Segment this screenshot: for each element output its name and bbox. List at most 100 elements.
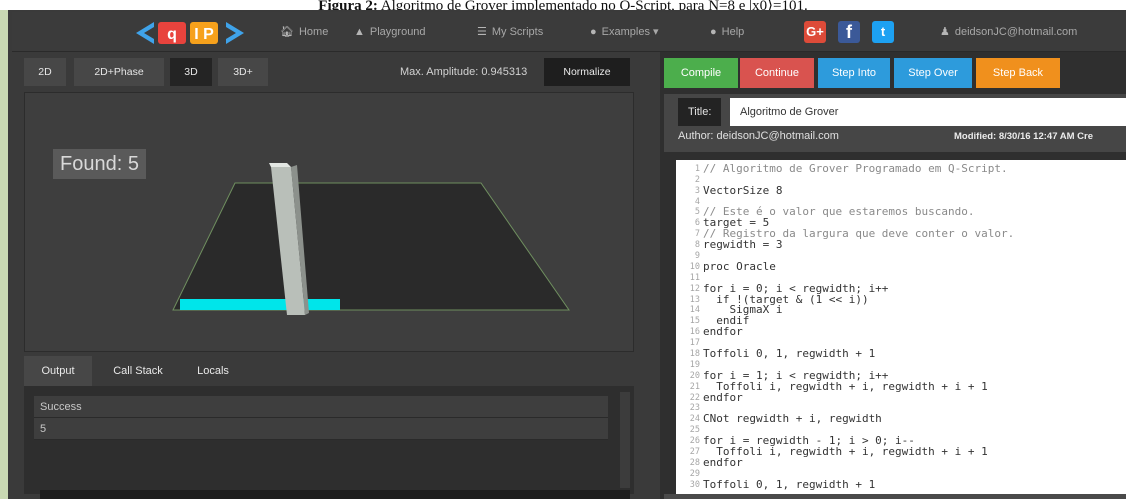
- nav-examples-label: Examples: [601, 26, 650, 38]
- step-back-button[interactable]: Step Back: [976, 58, 1060, 88]
- bottom-dark-strip: [40, 490, 630, 499]
- line-number: 8: [694, 240, 700, 251]
- code-text: endfor: [703, 325, 743, 339]
- tab-output[interactable]: Output: [24, 356, 92, 386]
- nav-home-label: Home: [298, 26, 329, 38]
- editor-bottom-bar: [664, 494, 1126, 499]
- line-number: 23: [689, 403, 700, 414]
- nav-my-scripts-label: My Scripts: [491, 26, 544, 38]
- nav-help[interactable]: ● Help: [710, 12, 744, 52]
- code-line[interactable]: 22 endfor: [676, 392, 1126, 403]
- code-line[interactable]: 21 Toffoli i, regwidth + i, regwidth + i…: [676, 381, 1126, 392]
- nav-home[interactable]: 🏠︎ Home: [280, 12, 328, 52]
- code-line[interactable]: 18 Toffoli 0, 1, regwidth + 1: [676, 348, 1126, 359]
- top-navbar: q I P 🏠︎ Home ▲ Playground ☰ My Scripts ● Ex…: [12, 12, 1126, 52]
- output-tabs: Output Call Stack Locals: [24, 356, 634, 386]
- 3d-amplitude-view[interactable]: Found: 5: [24, 92, 634, 352]
- step-into-button[interactable]: Step Into: [818, 58, 890, 88]
- line-number: 19: [689, 359, 700, 370]
- nav-user[interactable]: ♟ deidsonJC@hotmail.com: [940, 12, 1077, 52]
- line-number: 14: [689, 305, 700, 316]
- found-result: Found: 5: [53, 149, 146, 179]
- code-line[interactable]: 30 Toffoli 0, 1, regwidth + 1: [676, 479, 1126, 490]
- nav-playground-label: Playground: [369, 26, 426, 38]
- line-number: 22: [689, 392, 700, 403]
- code-line[interactable]: 16 endfor: [676, 326, 1126, 337]
- output-scrollbar[interactable]: [620, 392, 630, 488]
- line-number: 18: [689, 349, 700, 360]
- tab-2d[interactable]: 2D: [24, 58, 66, 86]
- code-text: endfor: [703, 455, 743, 469]
- code-line[interactable]: 10 proc Oracle: [676, 261, 1126, 272]
- line-number: 17: [689, 338, 700, 349]
- line-number: 15: [689, 316, 700, 327]
- continue-button[interactable]: Continue: [740, 58, 814, 88]
- line-number: 13: [689, 294, 700, 305]
- line-number: 20: [689, 370, 700, 381]
- amplitude-bar-cyan: [180, 299, 340, 310]
- output-console: Success 5: [24, 386, 634, 494]
- line-number: 29: [689, 468, 700, 479]
- code-text: Toffoli i, regwidth + i, regwidth + i + …: [703, 445, 988, 459]
- code-text: endfor: [703, 390, 743, 404]
- output-row: 5: [34, 418, 608, 440]
- code-text: Toffoli i, regwidth + i, regwidth + i + …: [703, 379, 988, 393]
- code-line[interactable]: 15 endif: [676, 315, 1126, 326]
- nav-help-label: Help: [721, 26, 745, 38]
- nav-examples[interactable]: ● Examples ▾: [590, 12, 659, 52]
- svg-text:I P: I P: [194, 26, 214, 43]
- code-text: CNot regwidth + i, regwidth: [703, 412, 882, 426]
- code-line[interactable]: 3 VectorSize 8: [676, 185, 1126, 196]
- line-number: 12: [689, 283, 700, 294]
- line-number: 7: [694, 229, 700, 240]
- line-number: 30: [689, 479, 700, 490]
- line-number: 26: [689, 436, 700, 447]
- code-line[interactable]: 1// Algoritmo de Grover Programado em Q-…: [676, 163, 1126, 174]
- code-line[interactable]: 8 regwidth = 3: [676, 239, 1126, 250]
- line-number: 10: [689, 261, 700, 272]
- code-text: Toffoli 0, 1, regwidth + 1: [703, 477, 876, 491]
- nav-playground[interactable]: ▲ Playground: [354, 12, 426, 52]
- output-table: Success 5: [34, 396, 608, 440]
- twitter-icon[interactable]: t: [872, 21, 894, 43]
- script-metadata: Title: Algoritmo de Grover Author: deids…: [664, 94, 1126, 152]
- tab-3d[interactable]: 3D: [170, 58, 212, 86]
- line-number: 25: [689, 425, 700, 436]
- author-text: Author: deidsonJC@hotmail.com: [678, 130, 839, 142]
- line-number: 1: [694, 163, 700, 174]
- info-icon: ●: [710, 26, 717, 38]
- step-over-button[interactable]: Step Over: [894, 58, 972, 88]
- qip-logo[interactable]: q I P: [132, 18, 248, 48]
- max-amplitude-readout: Max. Amplitude: 0.945313: [400, 66, 528, 78]
- tab-2d-phase[interactable]: 2D+Phase: [74, 58, 164, 86]
- code-line[interactable]: 28 endfor: [676, 457, 1126, 468]
- title-input[interactable]: Algoritmo de Grover: [730, 98, 1126, 126]
- line-number: 9: [694, 251, 700, 262]
- code-editor[interactable]: 1// Algoritmo de Grover Programado em Q-…: [676, 160, 1126, 499]
- line-number: 5: [694, 207, 700, 218]
- modified-text: Modified: 8/30/16 12:47 AM Cre: [954, 131, 1094, 142]
- output-row: Success: [34, 396, 608, 418]
- code-text: // Algoritmo de Grover Programado em Q-S…: [703, 161, 1008, 175]
- nav-my-scripts[interactable]: ☰ My Scripts: [477, 12, 543, 52]
- tab-call-stack[interactable]: Call Stack: [98, 356, 178, 386]
- code-line[interactable]: 27 Toffoli i, regwidth + i, regwidth + i…: [676, 446, 1126, 457]
- code-text: regwidth = 3: [703, 238, 783, 252]
- compile-button[interactable]: Compile: [664, 58, 738, 88]
- line-number: 21: [689, 381, 700, 392]
- line-number: 28: [689, 457, 700, 468]
- google-plus-icon[interactable]: G+: [804, 21, 826, 43]
- title-label: Title:: [678, 98, 722, 126]
- line-number: 4: [694, 196, 700, 207]
- nav-user-label: deidsonJC@hotmail.com: [954, 26, 1078, 38]
- tab-locals[interactable]: Locals: [184, 356, 242, 386]
- code-text: proc Oracle: [703, 259, 776, 273]
- facebook-icon[interactable]: f: [838, 21, 860, 43]
- code-text: VectorSize 8: [703, 183, 783, 197]
- code-line[interactable]: 24 CNot regwidth + i, regwidth: [676, 413, 1126, 424]
- line-number: 24: [689, 414, 700, 425]
- normalize-button[interactable]: Normalize: [544, 58, 630, 86]
- tab-3d-plus[interactable]: 3D+: [218, 58, 268, 86]
- visualization-panel: 2D 2D+Phase 3D 3D+ Max. Amplitude: 0.945…: [12, 52, 660, 499]
- code-text: Toffoli 0, 1, regwidth + 1: [703, 347, 876, 361]
